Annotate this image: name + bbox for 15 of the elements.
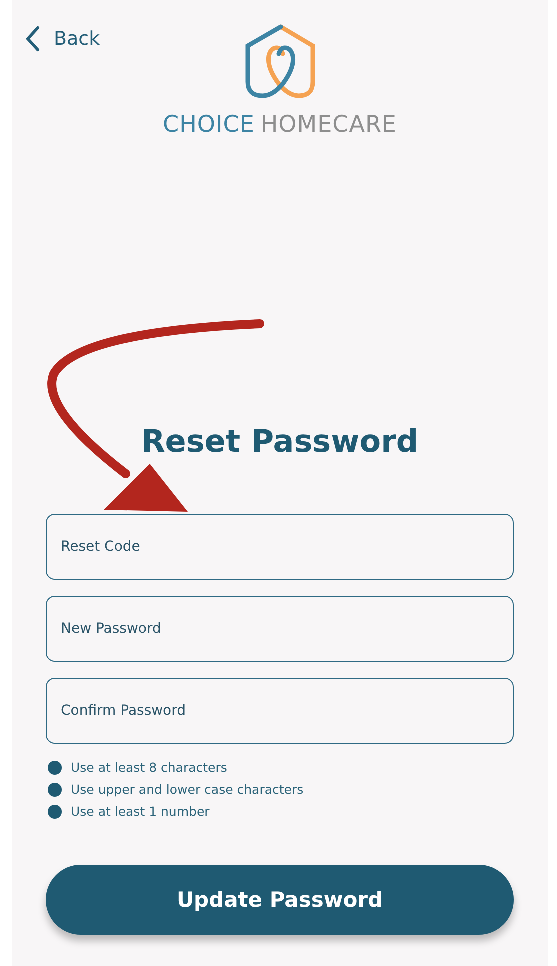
- password-rule: Use upper and lower case characters: [71, 782, 304, 797]
- input-field[interactable]: New Password: [46, 596, 514, 662]
- password-rule: Use at least 8 characters: [71, 760, 228, 775]
- logo-icon: [243, 24, 317, 98]
- password-rule: Use at least 1 number: [71, 804, 210, 819]
- page-title: Reset Password: [140, 424, 420, 460]
- update-password-button[interactable]: Update Password: [46, 865, 514, 935]
- bullet-icon: [48, 782, 62, 796]
- bullet-icon: [48, 804, 62, 818]
- chevron-left-icon: [26, 26, 40, 52]
- back-button[interactable]: Back: [26, 26, 100, 52]
- input-field[interactable]: Reset Code: [46, 514, 514, 580]
- input-field[interactable]: Confirm Password: [46, 678, 514, 744]
- brand-name: CHOICE HOMECARE: [163, 112, 397, 138]
- bullet-icon: [48, 760, 62, 774]
